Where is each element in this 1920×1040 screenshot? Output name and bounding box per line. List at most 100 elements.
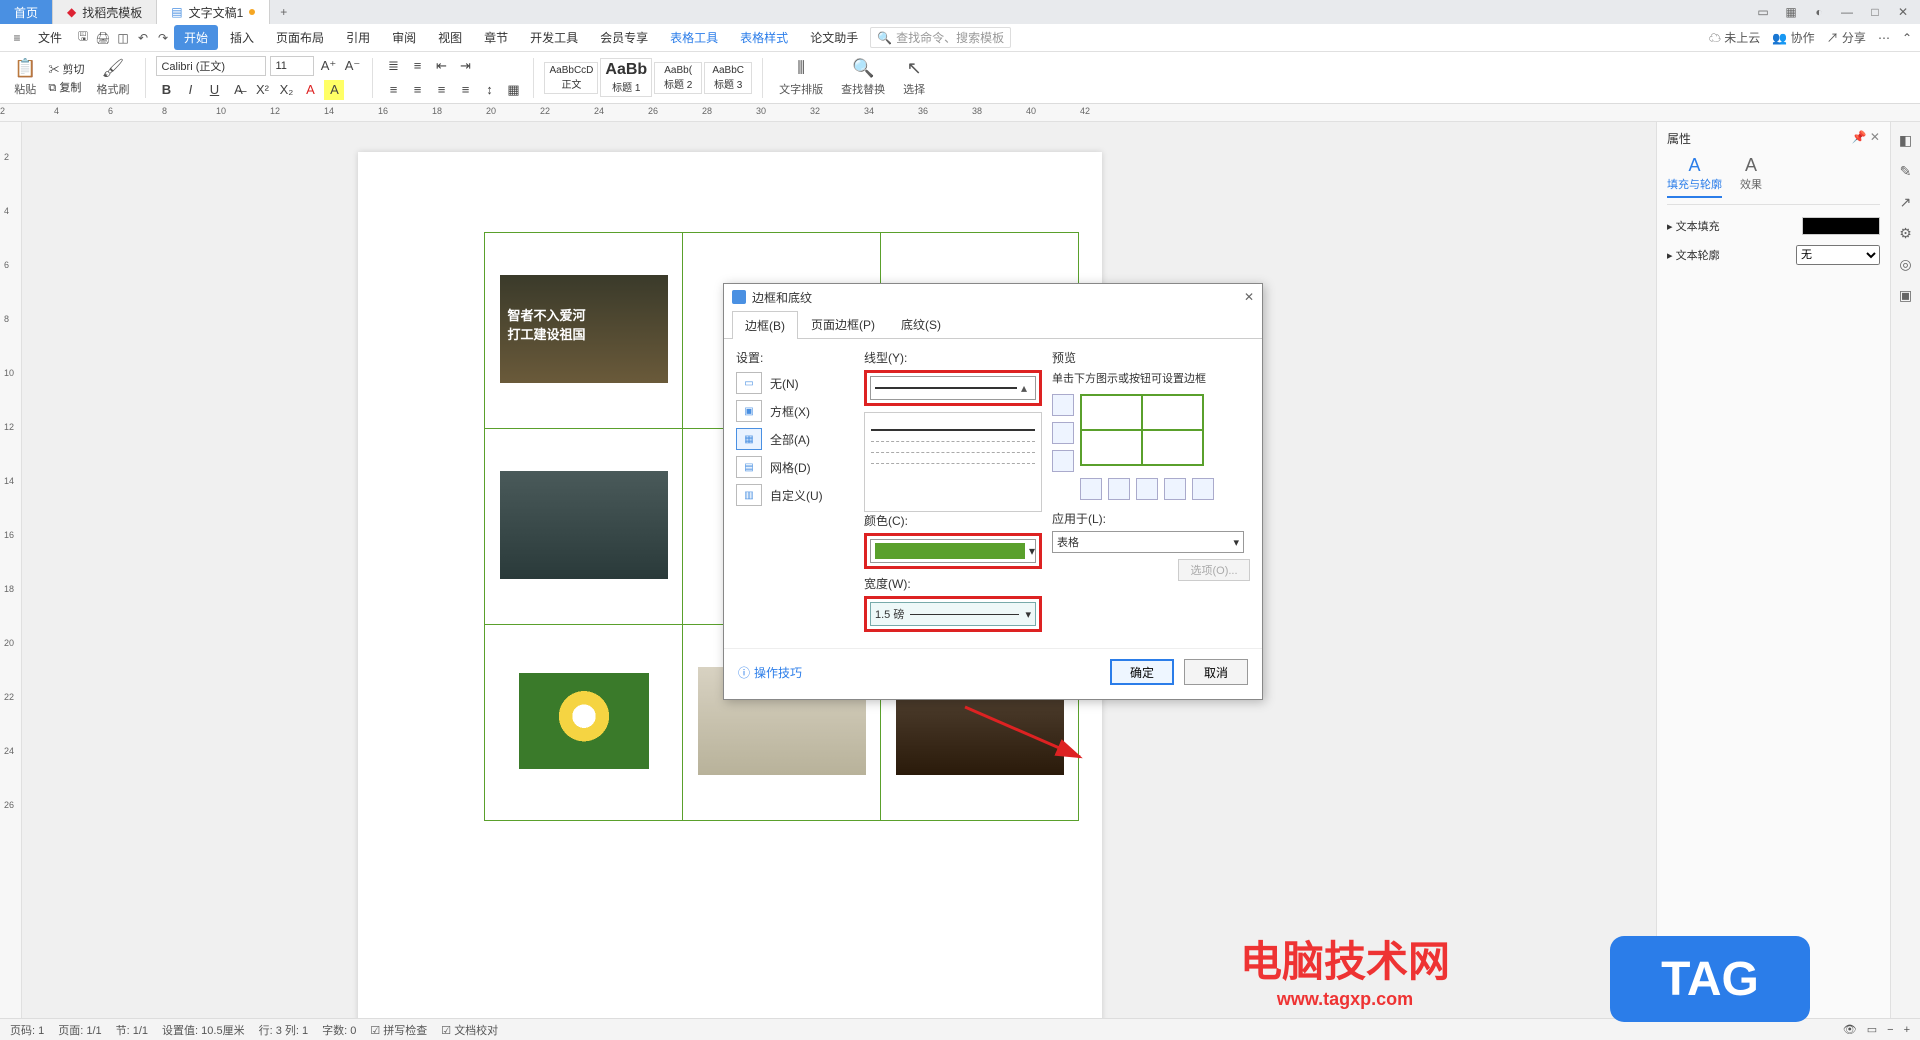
close-icon[interactable]: ✕ bbox=[1894, 5, 1912, 19]
shading-icon[interactable]: ▦ bbox=[503, 80, 523, 100]
more-icon[interactable]: ⋯ bbox=[1878, 31, 1890, 45]
menu-insert[interactable]: 插入 bbox=[220, 25, 264, 50]
grid-icon[interactable]: ▦ bbox=[1782, 5, 1800, 19]
print-icon[interactable]: 🖨 bbox=[94, 31, 112, 45]
setting-all[interactable]: ▦全部(A) bbox=[736, 428, 854, 450]
setting-box[interactable]: ▣方框(X) bbox=[736, 400, 854, 422]
font-select[interactable]: Calibri (正文) bbox=[156, 56, 266, 76]
row-text-outline[interactable]: ▸ 文本轮廓 无 bbox=[1667, 245, 1880, 265]
find-replace[interactable]: 🔍查找替换 bbox=[835, 58, 891, 97]
menu-review[interactable]: 审阅 bbox=[382, 25, 426, 50]
indent-dec-icon[interactable]: ⇤ bbox=[431, 56, 451, 76]
ok-button[interactable]: 确定 bbox=[1110, 659, 1174, 685]
tab-document[interactable]: ▤文字文稿1 bbox=[157, 0, 270, 24]
color-select[interactable]: ▾ bbox=[870, 539, 1036, 563]
grow-font-icon[interactable]: A⁺ bbox=[318, 56, 338, 76]
menu-start[interactable]: 开始 bbox=[174, 25, 218, 50]
outline-select[interactable]: 无 bbox=[1796, 245, 1880, 265]
tips-link[interactable]: ⓘ操作技巧 bbox=[738, 664, 802, 681]
chevron-icon[interactable]: ⌃ bbox=[1902, 31, 1912, 45]
status-pages[interactable]: 页面: 1/1 bbox=[58, 1022, 101, 1038]
border-left-btn[interactable] bbox=[1108, 478, 1130, 500]
fontcolor-icon[interactable]: A bbox=[300, 80, 320, 100]
minimize-icon[interactable]: — bbox=[1838, 5, 1856, 19]
coop-button[interactable]: 👥 协作 bbox=[1772, 29, 1814, 46]
select-group[interactable]: ↖选择 bbox=[897, 58, 931, 97]
tool-icon[interactable]: ▣ bbox=[1899, 287, 1912, 304]
indent-inc-icon[interactable]: ⇥ bbox=[455, 56, 475, 76]
menu-layout[interactable]: 页面布局 bbox=[266, 25, 334, 50]
tab-page-border[interactable]: 页面边框(P) bbox=[798, 310, 888, 338]
linespace-icon[interactable]: ↕ bbox=[479, 80, 499, 100]
align-left-icon[interactable]: ≡ bbox=[383, 80, 403, 100]
status-section[interactable]: 节: 1/1 bbox=[116, 1022, 148, 1038]
border-right-btn[interactable] bbox=[1164, 478, 1186, 500]
menu-view[interactable]: 视图 bbox=[428, 25, 472, 50]
menu-table-style[interactable]: 表格样式 bbox=[730, 25, 798, 50]
view-mode-icon[interactable]: ▭ bbox=[1867, 1023, 1877, 1036]
highlight-icon[interactable]: A bbox=[324, 80, 344, 100]
tab-shading[interactable]: 底纹(S) bbox=[888, 310, 954, 338]
status-content[interactable]: ☑ 文档校对 bbox=[441, 1022, 498, 1038]
border-diag2-btn[interactable] bbox=[1192, 478, 1214, 500]
tab-border[interactable]: 边框(B) bbox=[732, 311, 798, 339]
bullets-icon[interactable]: ≣ bbox=[383, 56, 403, 76]
setting-custom[interactable]: ▥自定义(U) bbox=[736, 484, 854, 506]
zoom-out-icon[interactable]: − bbox=[1887, 1024, 1893, 1036]
apply-select[interactable]: 表格▾ bbox=[1052, 531, 1244, 553]
linetype-list[interactable] bbox=[864, 412, 1042, 512]
status-chars[interactable]: 字数: 0 bbox=[322, 1022, 356, 1038]
tab-effect[interactable]: A效果 bbox=[1740, 155, 1762, 198]
italic-icon[interactable]: I bbox=[180, 80, 200, 100]
style-gallery[interactable]: AaBbCcD正文 AaBb标题 1 AaBb(标题 2 AaBbC标题 3 bbox=[544, 58, 752, 97]
cloud-status[interactable]: ☁ 未上云 bbox=[1709, 29, 1760, 46]
menu-ref[interactable]: 引用 bbox=[336, 25, 380, 50]
paste-group[interactable]: 📋粘贴 bbox=[8, 58, 42, 97]
border-vmid-btn[interactable] bbox=[1136, 478, 1158, 500]
tab-fill-outline[interactable]: A填充与轮廓 bbox=[1667, 155, 1722, 198]
border-diag1-btn[interactable] bbox=[1080, 478, 1102, 500]
menu-table-tools[interactable]: 表格工具 bbox=[660, 25, 728, 50]
align-right-icon[interactable]: ≡ bbox=[431, 80, 451, 100]
strike-icon[interactable]: A̶ bbox=[228, 80, 248, 100]
width-select[interactable]: 1.5 磅▾ bbox=[870, 602, 1036, 626]
fill-swatch[interactable] bbox=[1802, 217, 1880, 235]
setting-grid[interactable]: ▤网格(D) bbox=[736, 456, 854, 478]
view-icon[interactable]: 👁 bbox=[1843, 1023, 1857, 1036]
tab-templates[interactable]: ◆找稻壳模板 bbox=[53, 0, 157, 24]
user-icon[interactable]: ◐ bbox=[1810, 5, 1828, 19]
menu-file[interactable]: 文件 bbox=[28, 25, 72, 50]
super-icon[interactable]: X² bbox=[252, 80, 272, 100]
menu-section[interactable]: 章节 bbox=[474, 25, 518, 50]
save-icon[interactable]: 🖫 bbox=[74, 27, 92, 48]
undo-icon[interactable]: ↶ bbox=[134, 31, 152, 45]
zoom-in-icon[interactable]: + bbox=[1904, 1024, 1910, 1036]
copy-button[interactable]: ⧉ 复制 bbox=[48, 79, 84, 95]
format-painter[interactable]: 🖌格式刷 bbox=[90, 58, 135, 97]
tool-icon[interactable]: ◧ bbox=[1899, 132, 1912, 149]
new-tab-button[interactable]: + bbox=[270, 0, 297, 24]
linetype-select[interactable]: ▴ bbox=[870, 376, 1036, 400]
menu-vip[interactable]: 会员专享 bbox=[590, 25, 658, 50]
dialog-close-icon[interactable]: ✕ bbox=[1244, 290, 1254, 304]
sub-icon[interactable]: X₂ bbox=[276, 80, 296, 100]
tool-icon[interactable]: ✎ bbox=[1900, 163, 1912, 180]
layout-icon[interactable]: ▭ bbox=[1754, 5, 1772, 19]
tool-icon[interactable]: ⚙ bbox=[1899, 225, 1912, 242]
menu-thesis[interactable]: 论文助手 bbox=[800, 25, 868, 50]
tool-icon[interactable]: ↗ bbox=[1900, 194, 1912, 211]
align-justify-icon[interactable]: ≡ bbox=[455, 80, 475, 100]
share-button[interactable]: ↗ 分享 bbox=[1827, 29, 1866, 46]
cancel-button[interactable]: 取消 bbox=[1184, 659, 1248, 685]
menu-dev[interactable]: 开发工具 bbox=[520, 25, 588, 50]
setting-none[interactable]: ▭无(N) bbox=[736, 372, 854, 394]
row-text-fill[interactable]: ▸ 文本填充 bbox=[1667, 217, 1880, 235]
status-page[interactable]: 页码: 1 bbox=[10, 1022, 44, 1038]
bold-icon[interactable]: B bbox=[156, 80, 176, 100]
preview-icon[interactable]: ◫ bbox=[114, 31, 132, 45]
redo-icon[interactable]: ↷ bbox=[154, 31, 172, 45]
tab-home[interactable]: 首页 bbox=[0, 0, 53, 24]
border-bot-btn[interactable] bbox=[1052, 450, 1074, 472]
status-spell[interactable]: ☑ 拼写检查 bbox=[370, 1022, 427, 1038]
text-layout[interactable]: ⫴文字排版 bbox=[773, 58, 829, 97]
